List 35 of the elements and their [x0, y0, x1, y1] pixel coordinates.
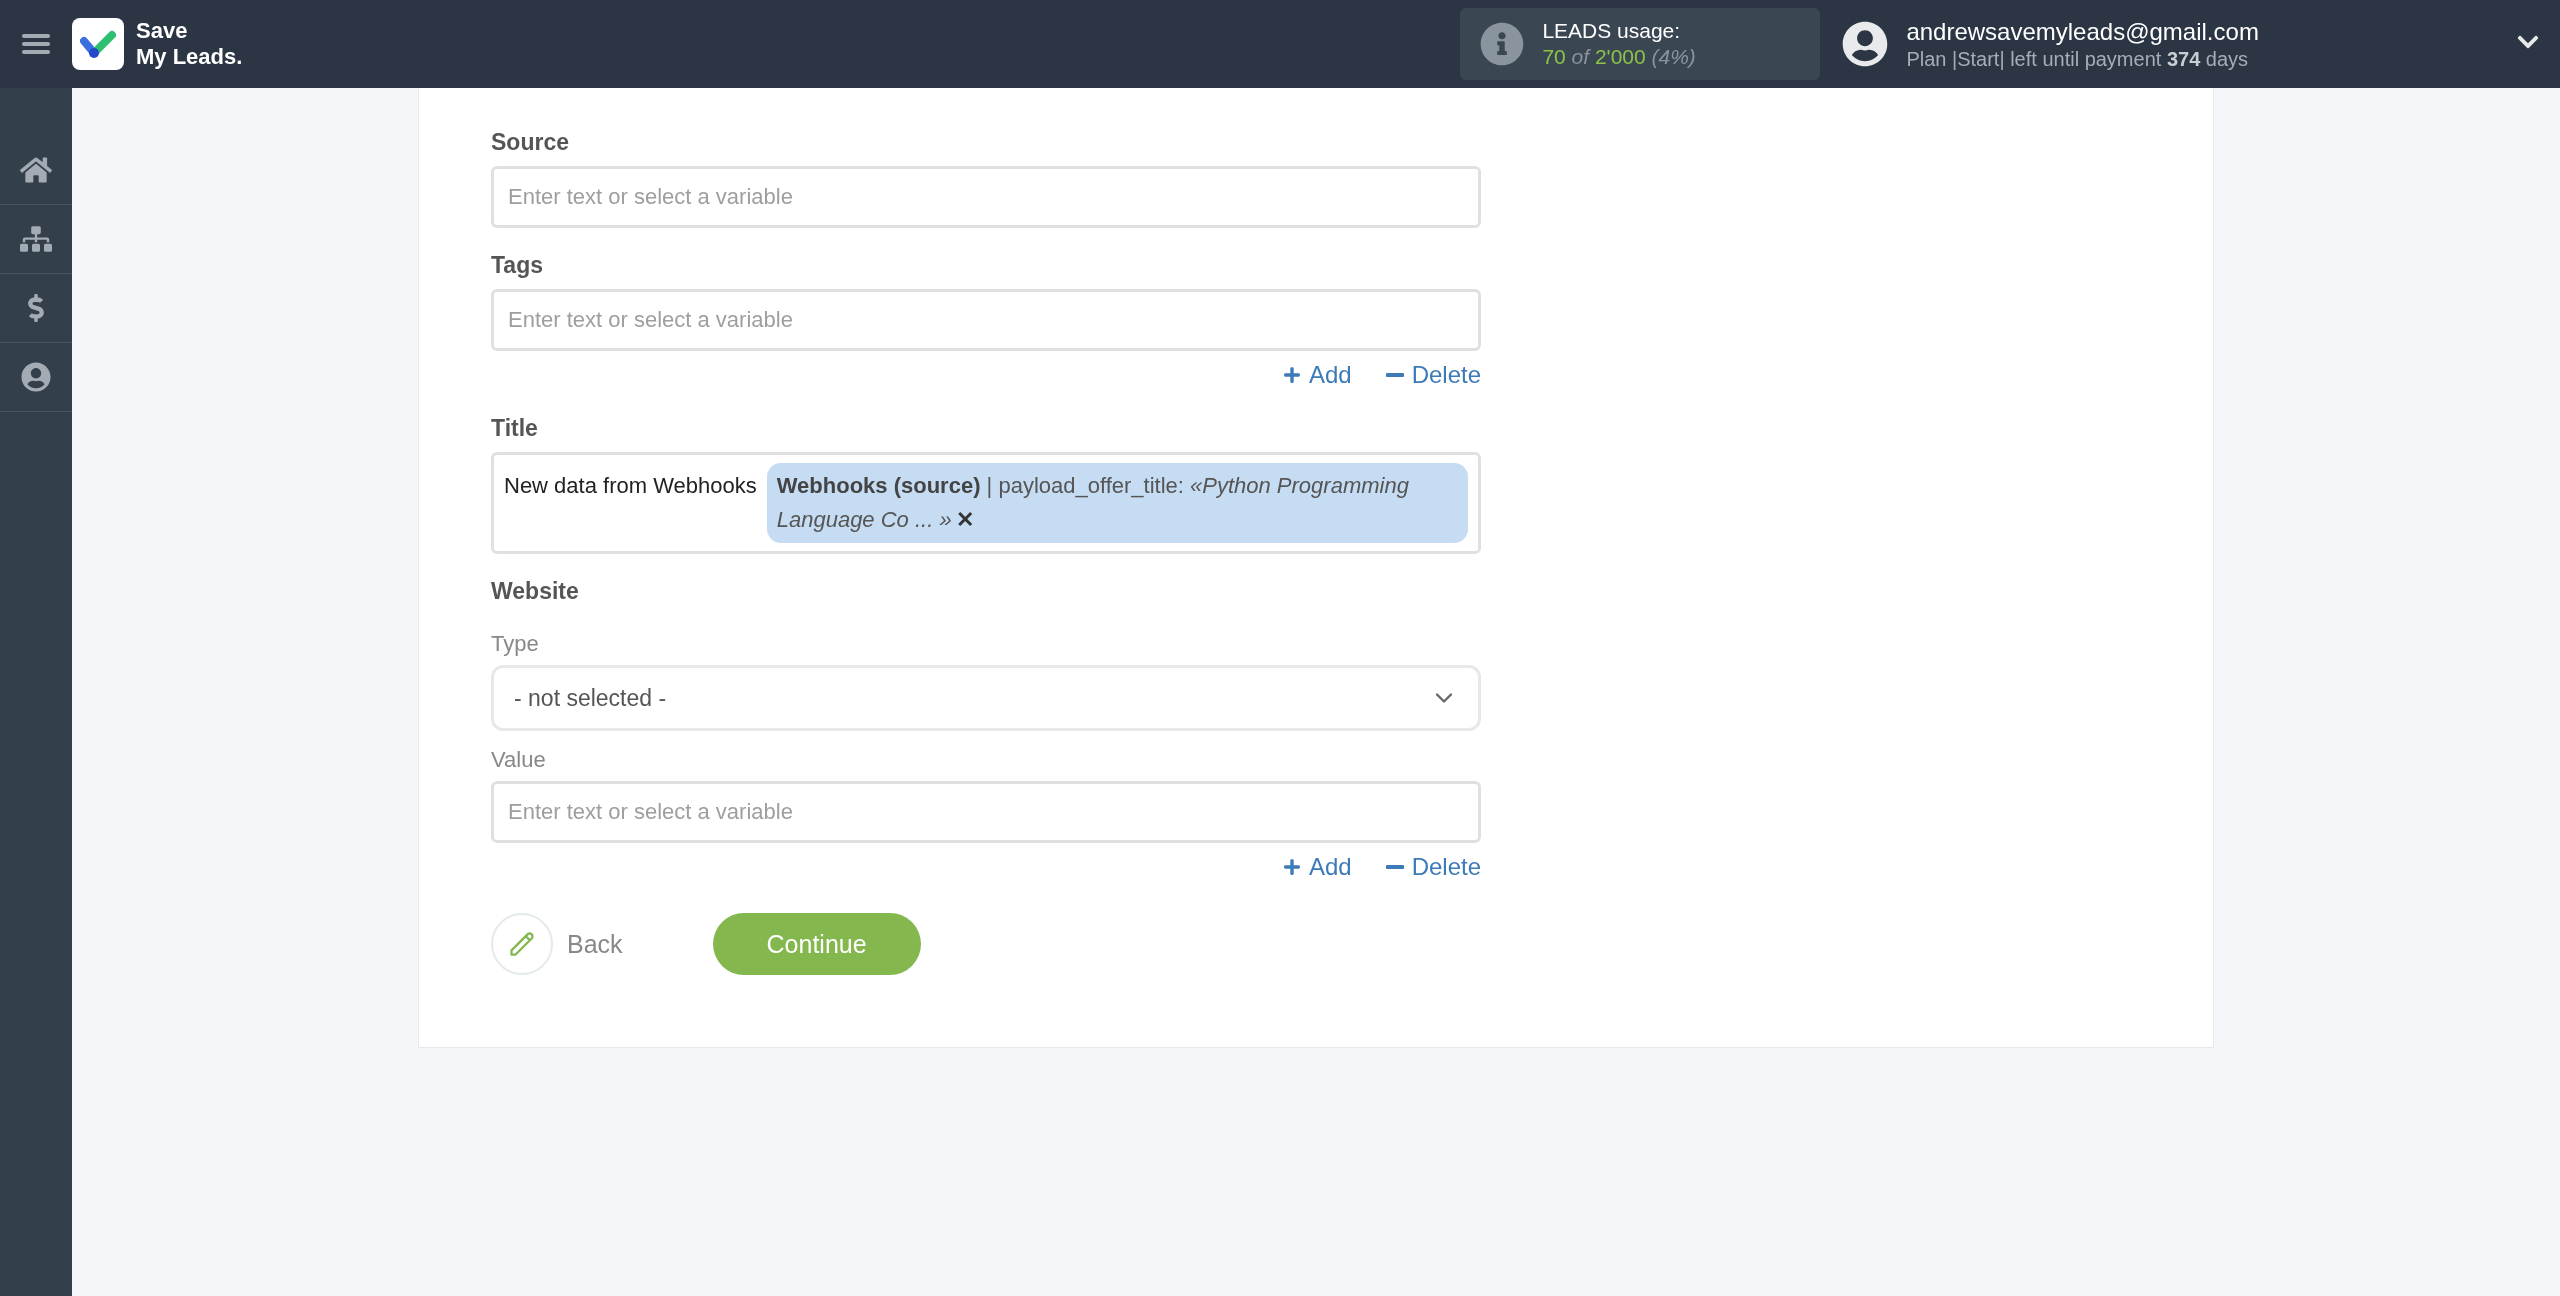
plus-icon	[1282, 366, 1301, 384]
logo-icon[interactable]	[72, 18, 124, 70]
user-icon[interactable]	[21, 362, 51, 392]
field-label: Tags	[491, 252, 544, 279]
back-button[interactable]: Back	[491, 913, 623, 975]
input-field[interactable]: Enter text or select a variable	[491, 781, 1481, 843]
field-label: Value	[491, 747, 547, 773]
minus-icon	[1385, 865, 1404, 869]
field-label: Title	[491, 415, 539, 442]
delete-link[interactable]: Delete	[1385, 853, 1481, 881]
user-email[interactable]: andrewsavemyleads@gmail.com	[1906, 17, 2259, 47]
select-field[interactable]: - not selected -	[491, 665, 1481, 731]
input-field[interactable]: New data from Webhooks Webhooks (source) | payload_offer_title: «Python Programming Language Co ... » ✕	[491, 452, 1481, 554]
field-label: Type	[491, 631, 540, 657]
field-label: Source	[491, 129, 570, 156]
plan-text: Plan |Start| left until payment 374 days	[1906, 48, 2249, 70]
section-heading: Website	[491, 578, 580, 605]
avatar-icon	[1842, 21, 1889, 67]
input-field[interactable]: Enter text or select a variable	[491, 289, 1481, 351]
usage-label: LEADS usage:	[1542, 18, 1682, 44]
remove-icon[interactable]: ✕	[955, 507, 974, 532]
info-icon	[1480, 22, 1525, 66]
variable-tag[interactable]: Webhooks (source) | payload_offer_title: «Python Programming Language Co ... » ✕	[766, 463, 1468, 543]
add-link[interactable]: Add	[1282, 853, 1352, 881]
usage-count: 70 of 2'000 (4%)	[1542, 44, 1696, 70]
brand-name: Save My Leads.	[136, 18, 243, 70]
add-link[interactable]: Add	[1282, 361, 1352, 389]
pencil-icon	[508, 930, 536, 958]
input-field[interactable]: Enter text or select a variable	[491, 166, 1481, 228]
menu-icon[interactable]	[22, 32, 50, 56]
plus-icon	[1282, 858, 1301, 876]
minus-icon	[1385, 373, 1404, 377]
sitemap-icon[interactable]	[20, 223, 52, 255]
continue-button[interactable]: Continue	[712, 913, 921, 975]
delete-link[interactable]: Delete	[1385, 361, 1481, 389]
